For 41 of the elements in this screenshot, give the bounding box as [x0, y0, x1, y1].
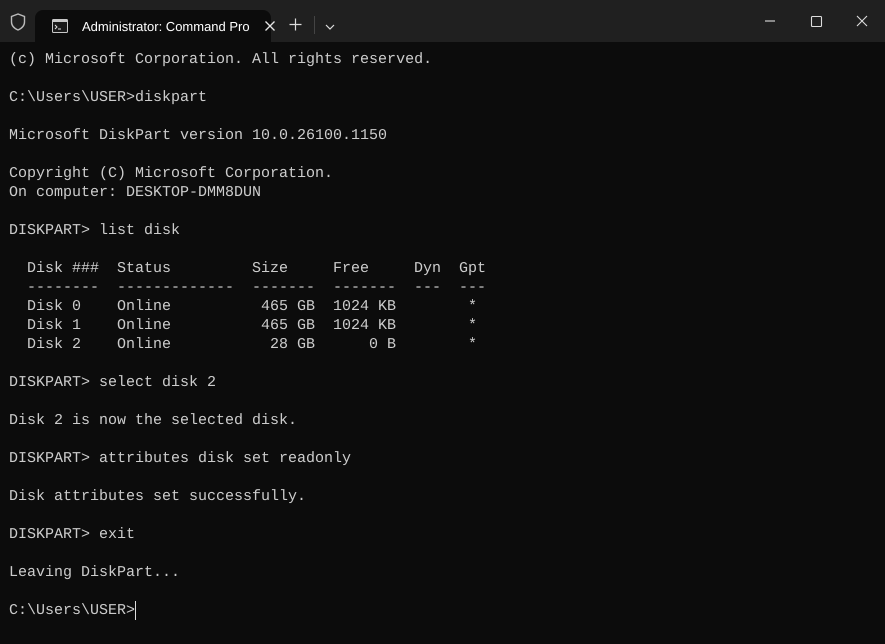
console-line: On computer: DESKTOP-DMM8DUN — [9, 183, 262, 202]
table-cell-text: Disk 0 — [27, 297, 82, 316]
column-header: Disk ### — [27, 259, 99, 278]
table-cell-text: Online — [117, 297, 172, 316]
console-line: DISKPART> attributes disk set readonly — [9, 449, 352, 468]
console-line: Copyright (C) Microsoft Corporation. — [9, 164, 334, 183]
table-cell: 1024 KB — [333, 316, 396, 335]
column-rule: -------- — [27, 278, 99, 297]
table-cell-text: 465 GB — [260, 297, 316, 316]
table-cell-text: Disk 1 — [27, 316, 82, 335]
column-rule: --- — [459, 278, 486, 297]
table-cell-text: Disk 2 — [27, 335, 82, 354]
console-line: DISKPART> select disk 2 — [9, 373, 216, 392]
column-rule: ------- — [252, 278, 316, 297]
console-line: DISKPART> exit — [9, 525, 136, 544]
console-line: Microsoft DiskPart version 10.0.26100.1150 — [9, 126, 388, 145]
table-cell-text: 465 GB — [260, 316, 316, 335]
table-cell-text: * — [467, 316, 478, 335]
console-line: Leaving DiskPart... — [9, 563, 180, 582]
table-cell-text: 28 GB — [269, 335, 316, 354]
column-header: Dyn — [414, 259, 442, 278]
console-line: Disk attributes set successfully. — [9, 487, 306, 506]
column-header: Gpt — [459, 259, 486, 278]
column-rule: ------------- — [117, 278, 234, 297]
column-header: Status — [117, 259, 172, 278]
console-line: Disk 2 is now the selected disk. — [9, 411, 298, 430]
column-header: Size — [252, 259, 290, 278]
column-header: Free — [333, 259, 370, 278]
console-line: DISKPART> list disk — [9, 221, 180, 240]
table-cell-text: 0 B — [368, 335, 396, 354]
table-cell-text: * — [467, 297, 478, 316]
table-cell: 1024 KB — [333, 297, 396, 316]
table-cell-text: Online — [117, 316, 172, 335]
column-rule: --- — [414, 278, 442, 297]
console-line: (c) Microsoft Corporation. All rights reserved. — [9, 50, 432, 69]
prompt-line: C:\Users\USER> — [9, 601, 136, 620]
column-rule: ------- — [333, 278, 396, 297]
table-cell-text: Online — [117, 335, 172, 354]
table-cell-text: * — [467, 335, 478, 354]
tab-title: Administrator: Command Pro — [82, 18, 250, 34]
console-line: C:\Users\USER>diskpart — [9, 88, 208, 107]
